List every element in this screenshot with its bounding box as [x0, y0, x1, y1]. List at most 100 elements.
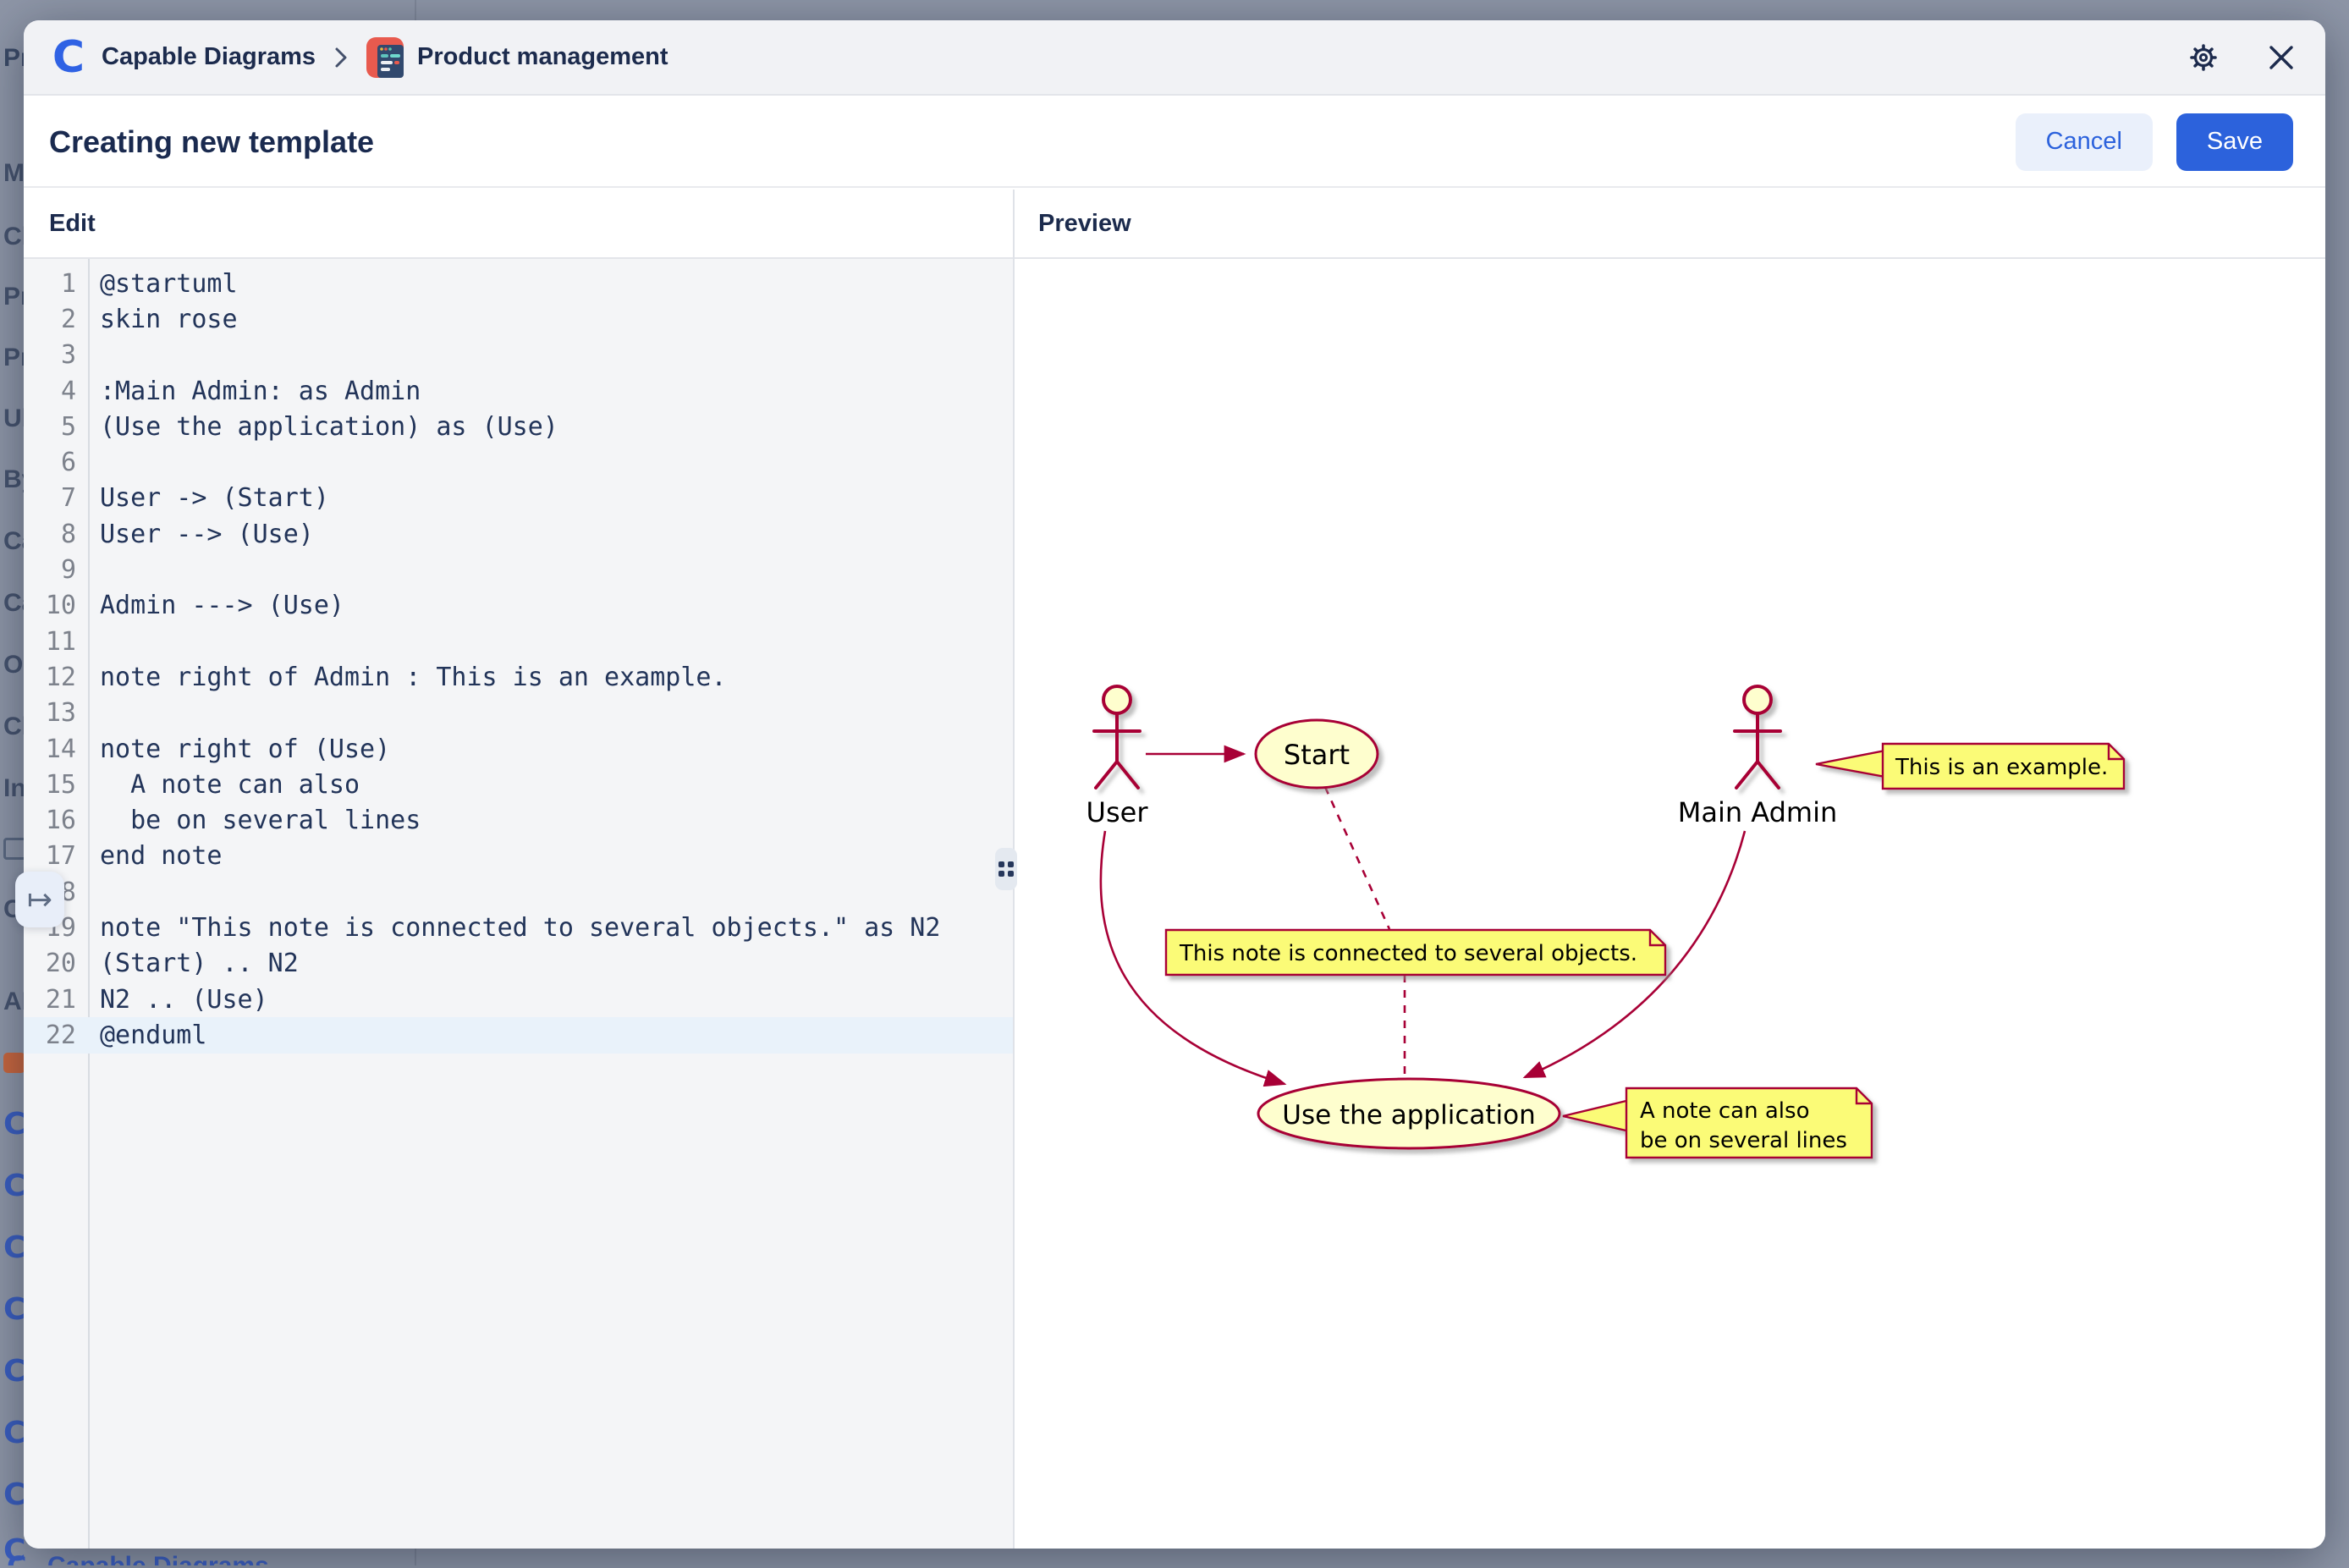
template-editor-modal: C Capable Diagrams Product management: [24, 20, 2325, 1549]
code-line[interactable]: 20(Start) .. N2: [24, 946, 1013, 982]
pane-headers: Edit Preview: [24, 190, 2325, 259]
splitter-drag-handle[interactable]: [995, 848, 1017, 890]
line-number: 3: [24, 340, 88, 370]
bg-app-logo: C: [3, 1292, 25, 1327]
code-text: (Start) .. N2: [88, 949, 299, 978]
usecase-start-label: Start: [1284, 739, 1350, 771]
line-number: 20: [24, 949, 88, 978]
code-line[interactable]: 11: [24, 624, 1013, 659]
line-number: 17: [24, 841, 88, 871]
line-number: 10: [24, 591, 88, 620]
code-line[interactable]: 3: [24, 338, 1013, 373]
chevron-right-icon: [334, 46, 348, 69]
code-text: end note: [88, 841, 223, 871]
code-text: @startuml: [88, 269, 238, 299]
note-multiline-text-1: A note can also: [1640, 1098, 1809, 1124]
code-text: @enduml: [88, 1021, 206, 1050]
code-line[interactable]: 9: [24, 552, 1013, 587]
cancel-button[interactable]: Cancel: [2016, 113, 2153, 171]
line-number: 2: [24, 305, 88, 334]
line-number: 7: [24, 483, 88, 513]
code-text: note right of (Use): [88, 734, 390, 764]
code-text: (Use the application) as (Use): [88, 412, 558, 442]
bg-orange-icon: [3, 1053, 25, 1073]
code-text: User -> (Start): [88, 483, 329, 513]
save-button[interactable]: Save: [2176, 113, 2293, 171]
code-line[interactable]: 10Admin ---> (Use): [24, 588, 1013, 624]
arrow-from-bar-icon: ↦: [27, 883, 52, 917]
line-number: 8: [24, 520, 88, 549]
line-number: 9: [24, 555, 88, 585]
line-number: 13: [24, 698, 88, 728]
code-line[interactable]: 21N2 .. (Use): [24, 982, 1013, 1017]
line-number: 1: [24, 269, 88, 299]
actor-admin-label: Main Admin: [1678, 796, 1838, 828]
code-line[interactable]: 19note "This note is connected to severa…: [24, 910, 1013, 945]
line-number: 21: [24, 985, 88, 1015]
code-line[interactable]: 1@startuml: [24, 266, 1013, 301]
code-text: :Main Admin: as Admin: [88, 377, 421, 406]
code-line[interactable]: 2skin rose: [24, 301, 1013, 337]
code-line[interactable]: 12note right of Admin : This is an examp…: [24, 659, 1013, 695]
code-text: N2 .. (Use): [88, 985, 268, 1015]
code-line[interactable]: 17end note: [24, 839, 1013, 874]
code-line[interactable]: 18: [24, 874, 1013, 910]
line-number: 15: [24, 770, 88, 800]
preview-pane-header: Preview: [1038, 190, 1131, 257]
breadcrumb-page[interactable]: Product management: [417, 43, 668, 71]
bg-text-fragment: In: [3, 774, 26, 803]
code-line[interactable]: 5(Use the application) as (Use): [24, 409, 1013, 444]
line-number: 22: [24, 1021, 88, 1050]
line-number: 12: [24, 663, 88, 692]
code-text: User --> (Use): [88, 520, 314, 549]
code-line[interactable]: 8User --> (Use): [24, 516, 1013, 552]
uml-usecase-diagram: User Main Admin Start Use the applicatio…: [1015, 259, 2325, 1549]
bg-app-logo: C: [7, 1550, 26, 1565]
bg-app-logo: C: [3, 1477, 25, 1512]
capable-diagrams-logo-icon: C: [49, 36, 88, 80]
code-line[interactable]: 22@enduml: [24, 1017, 1013, 1053]
bg-app-logo: C: [3, 1354, 25, 1389]
code-text: be on several lines: [88, 806, 421, 835]
line-number: 6: [24, 448, 88, 477]
bg-list-item-label: Capable Diagrams: [47, 1552, 269, 1565]
breadcrumb-app[interactable]: Capable Diagrams: [102, 43, 316, 71]
code-line[interactable]: 6: [24, 444, 1013, 480]
product-management-icon: [366, 37, 404, 78]
edit-pane-header: Edit: [49, 190, 96, 257]
bg-app-logo: C: [3, 1416, 25, 1450]
line-number: 14: [24, 734, 88, 764]
bg-app-logo: C: [3, 1169, 25, 1203]
code-editor[interactable]: 1@startuml2skin rose34:Main Admin: as Ad…: [24, 259, 1013, 1549]
code-line[interactable]: 16 be on several lines: [24, 802, 1013, 838]
bg-app-logo: C: [3, 1107, 25, 1142]
line-number: 11: [24, 627, 88, 657]
gear-icon[interactable]: [2185, 39, 2222, 76]
expand-sidebar-button[interactable]: ↦: [15, 872, 64, 927]
code-lines: 1@startuml2skin rose34:Main Admin: as Ad…: [24, 266, 1013, 1054]
code-text: skin rose: [88, 305, 238, 334]
code-line[interactable]: 15 A note can also: [24, 767, 1013, 802]
code-text: note right of Admin : This is an example…: [88, 663, 727, 692]
actor-main-admin: [1735, 686, 1780, 788]
line-number: 4: [24, 377, 88, 406]
note-connected-text: This note is connected to several object…: [1179, 941, 1637, 966]
line-number: 16: [24, 806, 88, 835]
line-number: 5: [24, 412, 88, 442]
usecase-use-label: Use the application: [1282, 1100, 1536, 1131]
bg-text-fragment: M: [3, 159, 25, 188]
code-text: A note can also: [88, 770, 360, 800]
page-title: Creating new template: [49, 124, 374, 160]
edge-start-note-dashed: [1325, 787, 1389, 929]
code-line[interactable]: 14note right of (Use): [24, 731, 1013, 767]
modal-title-bar: Creating new template Cancel Save: [24, 97, 2325, 188]
code-line[interactable]: 7User -> (Start): [24, 481, 1013, 516]
note-multiline-text-2: be on several lines: [1640, 1128, 1847, 1153]
code-line[interactable]: 4:Main Admin: as Admin: [24, 373, 1013, 409]
diagram-preview: User Main Admin Start Use the applicatio…: [1015, 259, 2325, 1549]
actor-user: [1094, 686, 1140, 788]
code-text: note "This note is connected to several …: [88, 913, 940, 943]
breadcrumb: C Capable Diagrams Product management: [24, 20, 2325, 96]
code-line[interactable]: 13: [24, 696, 1013, 731]
close-icon[interactable]: [2263, 39, 2300, 76]
